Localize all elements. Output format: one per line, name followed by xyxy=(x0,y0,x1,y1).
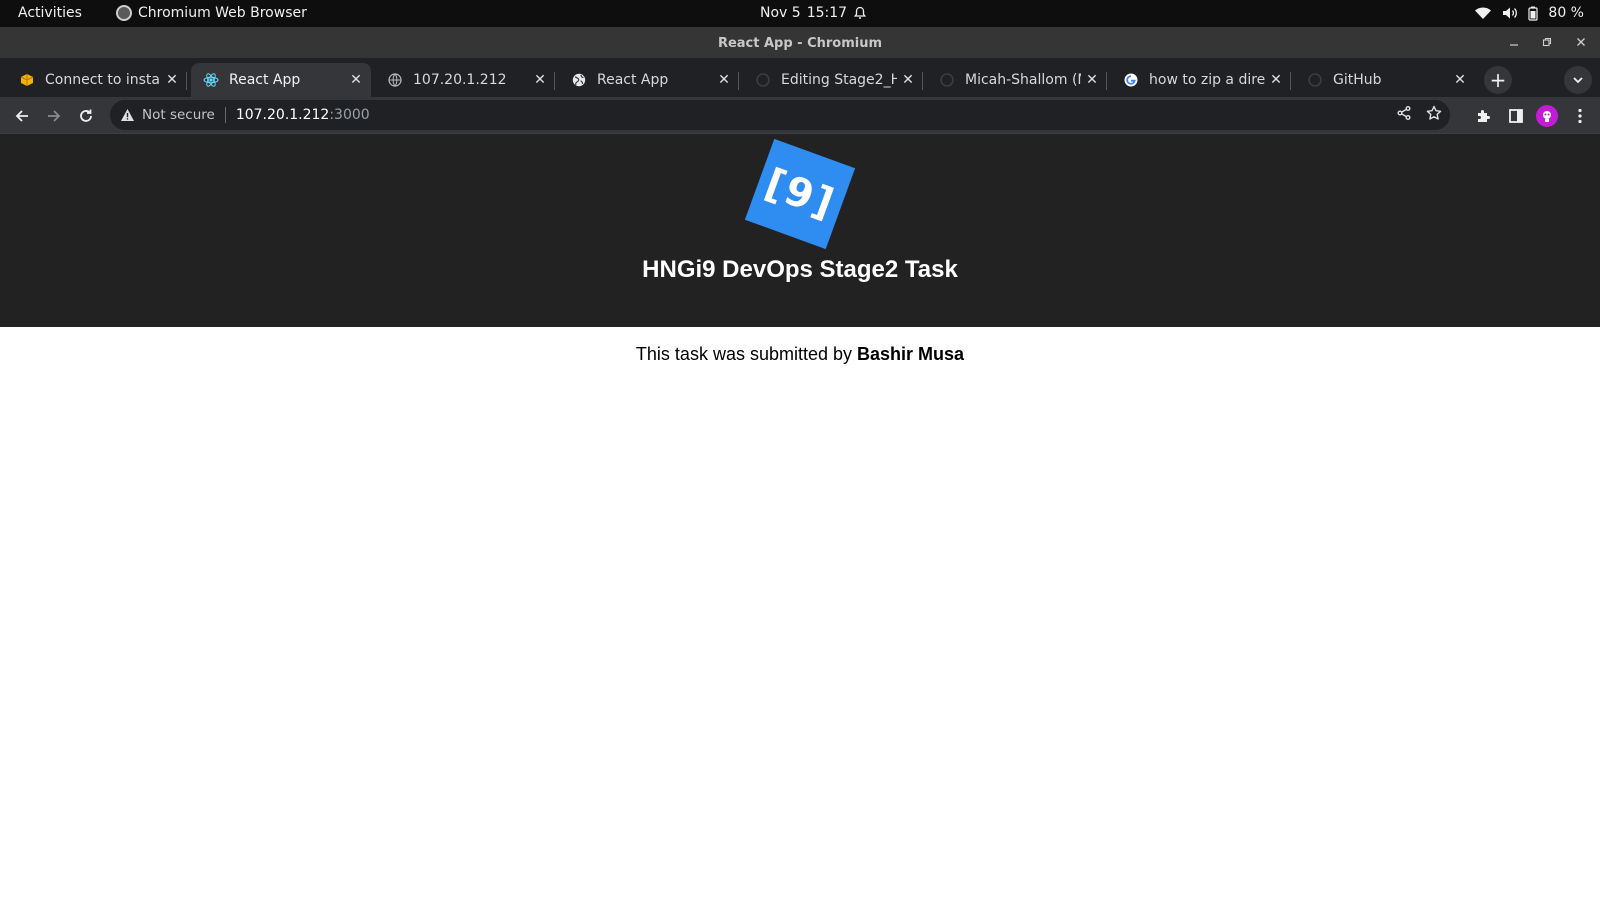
tab-github[interactable]: GitHub ✕ xyxy=(1295,63,1475,97)
github-icon xyxy=(1307,72,1323,88)
side-panel-icon xyxy=(1509,109,1523,123)
github-icon xyxy=(939,72,955,88)
submission-prefix: This task was submitted by xyxy=(635,344,858,364)
system-status-menu[interactable]: 80 % xyxy=(1470,2,1588,24)
tab-close-button[interactable]: ✕ xyxy=(161,72,183,88)
tab-close-button[interactable]: ✕ xyxy=(1265,72,1287,88)
tab-separator xyxy=(922,72,923,90)
tab-close-button[interactable]: ✕ xyxy=(1449,72,1471,88)
chevron-down-icon xyxy=(1573,77,1583,84)
bell-icon xyxy=(853,6,867,19)
close-icon xyxy=(1577,38,1585,46)
arrow-right-icon xyxy=(48,110,61,122)
restore-icon xyxy=(1542,37,1552,47)
tab-editing-stage2[interactable]: Editing Stage2_H ✕ xyxy=(743,63,923,97)
author-name: Bashir Musa xyxy=(857,344,965,364)
minimize-button[interactable] xyxy=(1505,33,1523,51)
activities-button[interactable]: Activities xyxy=(18,5,82,21)
window-title-bar: React App - Chromium xyxy=(0,27,1600,58)
tab-connect-to-instance[interactable]: Connect to instan ✕ xyxy=(7,63,187,97)
tab-separator xyxy=(1106,72,1107,90)
url-port: :3000 xyxy=(329,107,370,123)
bookmark-star-icon[interactable] xyxy=(1426,105,1442,121)
github-icon xyxy=(755,72,771,88)
kebab-menu-icon xyxy=(1578,108,1582,124)
clock[interactable]: Nov 5 15:17 xyxy=(760,5,867,21)
tab-label: React App xyxy=(229,72,301,88)
tab-separator xyxy=(554,72,555,90)
tab-strip: Connect to instan ✕ React App ✕ 107.20.1… xyxy=(0,58,1600,97)
reload-icon xyxy=(80,109,92,122)
reload-button[interactable] xyxy=(74,104,98,128)
tab-separator xyxy=(1290,72,1291,90)
tab-ip-address[interactable]: 107.20.1.212 ✕ xyxy=(375,63,555,97)
tab-separator xyxy=(738,72,739,90)
side-panel-button[interactable] xyxy=(1504,104,1528,128)
minimize-icon xyxy=(1510,44,1518,46)
tab-close-button[interactable]: ✕ xyxy=(1081,72,1103,88)
battery-icon xyxy=(1528,6,1539,21)
browser-toolbar: Not secure 107.20.1.212:3000 xyxy=(0,97,1600,134)
browser-menu-button[interactable] xyxy=(1568,104,1592,128)
tab-react-app[interactable]: React App ✕ xyxy=(559,63,739,97)
tab-label: Editing Stage2_H xyxy=(781,72,897,88)
tab-close-button[interactable]: ✕ xyxy=(713,72,735,88)
app-menu[interactable]: Chromium Web Browser xyxy=(116,5,307,21)
chromium-icon xyxy=(116,5,132,21)
new-tab-button[interactable]: + xyxy=(1484,66,1512,94)
omnibox-divider xyxy=(224,107,226,123)
tab-label: Micah-Shallom (M xyxy=(965,72,1081,88)
tab-close-button[interactable]: ✕ xyxy=(529,72,551,88)
aws-icon xyxy=(19,72,35,88)
close-window-button[interactable] xyxy=(1572,33,1590,51)
wifi-icon xyxy=(1475,7,1492,19)
profile-avatar-button[interactable] xyxy=(1536,105,1558,127)
battery-percentage: 80 % xyxy=(1548,5,1584,21)
globe-icon xyxy=(387,72,403,88)
tab-micah-shallom[interactable]: Micah-Shallom (M ✕ xyxy=(927,63,1107,97)
google-icon xyxy=(1123,72,1139,88)
security-status-label[interactable]: Not secure xyxy=(142,107,215,123)
system-top-bar: Activities Chromium Web Browser Nov 5 15… xyxy=(0,0,1600,27)
tab-label: Connect to instan xyxy=(45,72,161,88)
tab-label: React App xyxy=(597,72,669,88)
window-title: React App - Chromium xyxy=(717,36,883,51)
tab-label: 107.20.1.212 xyxy=(413,72,507,88)
forward-button[interactable] xyxy=(42,104,66,128)
extensions-button[interactable] xyxy=(1472,104,1496,128)
maximize-button[interactable] xyxy=(1538,33,1556,51)
tab-label: GitHub xyxy=(1333,72,1382,88)
tab-label: how to zip a direc xyxy=(1149,72,1265,88)
url-host: 107.20.1.212 xyxy=(235,107,330,123)
page-title: HNGi9 DevOps Stage2 Task xyxy=(642,256,958,283)
address-bar[interactable]: Not secure 107.20.1.212:3000 xyxy=(110,100,1450,130)
globe-icon xyxy=(571,72,587,88)
tab-how-to-zip[interactable]: how to zip a direc ✕ xyxy=(1111,63,1291,97)
logo-text: [9] xyxy=(759,160,841,228)
react-icon xyxy=(203,72,219,88)
share-icon[interactable] xyxy=(1396,105,1412,121)
tab-close-button[interactable]: ✕ xyxy=(897,72,919,88)
submission-text: This task was submitted by Bashir Musa xyxy=(0,344,1600,365)
clock-date: Nov 5 xyxy=(760,5,801,21)
tab-search-button[interactable] xyxy=(1564,66,1592,94)
app-menu-label: Chromium Web Browser xyxy=(138,5,307,21)
plus-icon: + xyxy=(1489,68,1507,92)
tab-close-button[interactable]: ✕ xyxy=(345,72,367,88)
warning-icon[interactable] xyxy=(118,106,136,124)
back-button[interactable] xyxy=(10,104,34,128)
avatar-icon xyxy=(1543,111,1551,122)
tab-react-app-active[interactable]: React App ✕ xyxy=(191,63,371,97)
puzzle-icon xyxy=(1478,110,1490,122)
tab-separator xyxy=(186,72,187,90)
volume-icon xyxy=(1503,7,1518,19)
clock-time: 15:17 xyxy=(806,5,848,21)
omnibox-actions xyxy=(1396,105,1442,121)
arrow-left-icon xyxy=(15,110,28,122)
